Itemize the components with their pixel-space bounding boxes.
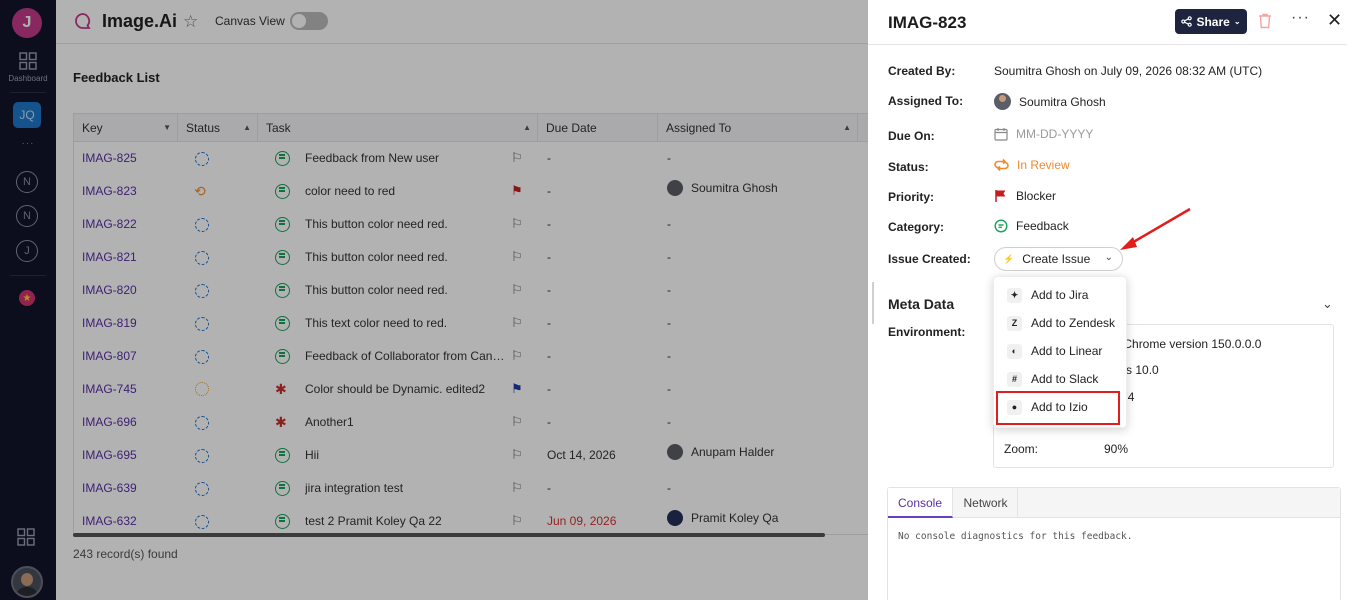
feedback-chat-icon (994, 219, 1008, 233)
created-by-value: Soumitra Ghosh on July 09, 2026 08:32 AM… (994, 64, 1263, 78)
drawer-title: IMAG-823 (888, 13, 967, 32)
annotation-arrow (1120, 207, 1191, 250)
menu-item-label: Add to Linear (1031, 344, 1103, 358)
jira-icon: ✦ (1007, 287, 1022, 303)
meta-data-title: Meta Data (888, 296, 955, 312)
tab-console[interactable]: Console (888, 488, 953, 518)
diagnostics-panel: Console Network No console diagnostics f… (887, 487, 1341, 600)
due-on-label: Due On: (888, 129, 935, 143)
create-issue-label: Create Issue (1022, 252, 1091, 266)
assignee-name: Soumitra Ghosh (1019, 94, 1106, 109)
share-label: Share (1196, 14, 1230, 29)
modal-overlay[interactable] (0, 0, 868, 600)
slack-icon: # (1007, 371, 1022, 387)
chevron-down-icon: ⌄ (1233, 17, 1241, 26)
menu-item-jira[interactable]: ✦ Add to Jira (994, 281, 1128, 309)
highlight-box (996, 391, 1120, 425)
more-options-icon[interactable]: ··· (1291, 9, 1310, 27)
tab-network[interactable]: Network (954, 488, 1018, 518)
status-label: Status: (888, 160, 929, 174)
priority-label: Priority: (888, 190, 935, 204)
calendar-icon (994, 128, 1008, 141)
console-message: No console diagnostics for this feedback… (898, 531, 1133, 542)
environment-label: Environment: (888, 325, 966, 339)
create-issue-button[interactable]: ⚡ Create Issue ⌄ (994, 247, 1123, 271)
due-date-placeholder: MM-DD-YYYY (1016, 127, 1094, 141)
due-date-input[interactable]: MM-DD-YYYY (994, 127, 1093, 141)
category-value: Feedback (1016, 219, 1069, 233)
assigned-to-label: Assigned To: (888, 94, 964, 108)
integration-icon: ⚡ (1003, 253, 1015, 264)
delete-icon[interactable] (1258, 13, 1272, 29)
menu-item-label: Add to Jira (1031, 288, 1089, 302)
priority-selector[interactable]: Blocker (994, 189, 1056, 203)
priority-value: Blocker (1016, 189, 1057, 203)
created-by-label: Created By: (888, 64, 956, 78)
issue-created-label: Issue Created: (888, 252, 971, 266)
assignee-selector[interactable]: Soumitra Ghosh (994, 93, 1106, 110)
zendesk-icon: Z (1007, 315, 1022, 331)
drawer-divider (868, 44, 1347, 45)
status-selector[interactable]: In Review (994, 158, 1070, 172)
menu-item-linear[interactable]: ◐ Add to Linear (994, 337, 1128, 365)
share-icon (1181, 16, 1193, 27)
status-value: In Review (1017, 158, 1070, 172)
close-icon[interactable]: ✕ (1327, 10, 1342, 31)
assignee-avatar (994, 93, 1011, 110)
section-divider (872, 282, 874, 324)
in-review-icon (994, 158, 1009, 172)
flag-icon (995, 190, 1006, 202)
menu-item-label: Add to Slack (1031, 372, 1099, 386)
linear-icon: ◐ (1007, 343, 1022, 359)
menu-item-zendesk[interactable]: Z Add to Zendesk (994, 309, 1128, 337)
share-button[interactable]: Share ⌄ (1175, 9, 1247, 34)
zoom-label: Zoom: (1004, 442, 1039, 456)
diagnostics-tabs: Console Network (888, 488, 1340, 518)
menu-item-label: Add to Zendesk (1031, 316, 1116, 330)
zoom-value: 90% (1104, 442, 1129, 456)
category-label: Category: (888, 220, 945, 234)
menu-item-slack[interactable]: # Add to Slack (994, 365, 1128, 393)
category-selector[interactable]: Feedback (994, 219, 1069, 233)
collapse-chevron-icon[interactable]: ⌄ (1322, 296, 1333, 312)
